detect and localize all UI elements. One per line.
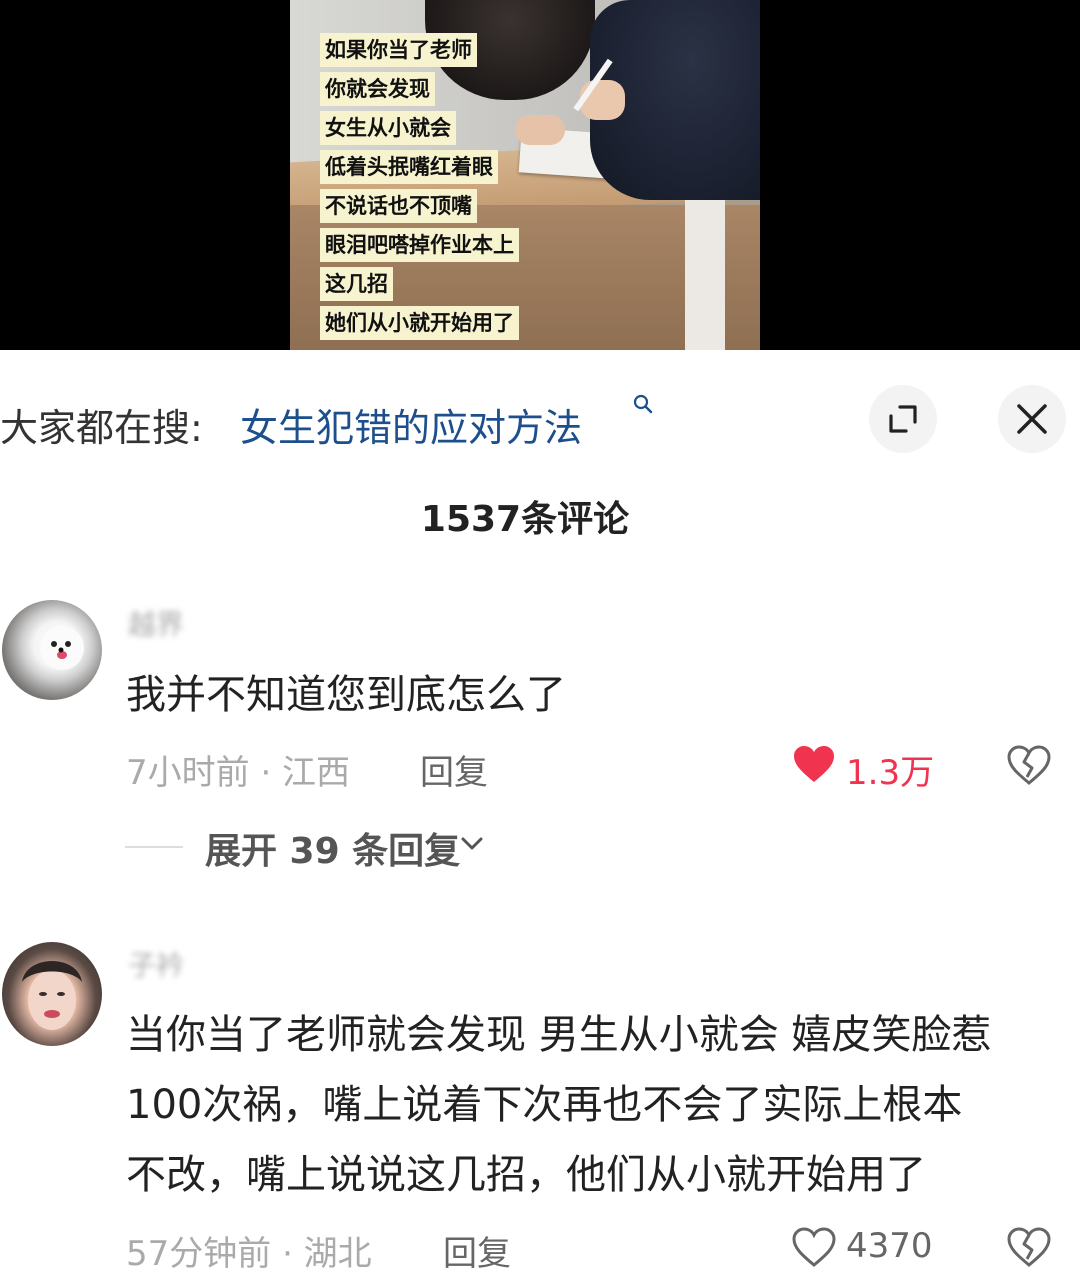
like-count: 1.3万 [846,753,935,793]
comment-text-line: 100次祸，嘴上说着下次再也不会了实际上根本 [126,1082,963,1128]
avatar[interactable] [2,600,102,700]
username[interactable]: 越界 [128,603,184,643]
heart-filled-icon[interactable] [792,744,836,784]
video-frame: 如果你当了老师 你就会发现 女生从小就会 低着头抿嘴红着眼 不说话也不顶嘴 眼泪… [290,0,760,350]
reply-button[interactable]: 回复 [420,745,488,794]
video-caption: 眼泪吧嗒掉作业本上 [320,228,519,262]
comment-text-line: 不改，嘴上说说这几招，他们从小就开始用了 [126,1152,926,1198]
comment-text: 我并不知道您到底怎么了 [126,672,566,718]
expand-replies-button[interactable]: 展开 39 条回复 [205,822,460,874]
comment-time-location: 7小时前 · 江西 [126,753,351,793]
dislike-broken-heart-icon[interactable] [1006,744,1052,786]
comment-count-title: 1537条评论 [420,499,630,540]
heart-outline-icon[interactable] [791,1226,837,1268]
video-caption: 女生从小就会 [320,111,456,145]
divider [125,846,183,848]
comment-text-line: 当你当了老师就会发现 男生从小就会 嬉皮笑脸惹 [126,1012,992,1058]
close-button[interactable] [998,385,1066,453]
expand-icon [889,405,917,433]
chevron-down-icon[interactable] [460,836,484,852]
expand-button[interactable] [869,385,937,453]
video-caption: 她们从小就开始用了 [320,306,519,340]
video-caption: 你就会发现 [320,72,435,106]
video-caption: 这几招 [320,267,393,301]
video-caption: 低着头抿嘴红着眼 [320,150,498,184]
reply-button[interactable]: 回复 [443,1226,511,1275]
video-player[interactable]: 如果你当了老师 你就会发现 女生从小就会 低着头抿嘴红着眼 不说话也不顶嘴 眼泪… [0,0,1080,350]
close-icon [1017,404,1047,434]
video-caption: 如果你当了老师 [320,33,477,67]
comment-time-location: 57分钟前 · 湖北 [126,1234,372,1274]
avatar[interactable] [2,942,102,1046]
search-icon[interactable] [632,393,654,415]
comment-text: 当你当了老师就会发现 男生从小就会 嬉皮笑脸惹 100次祸，嘴上说着下次再也不会… [126,1000,991,1210]
search-suggestion-prefix: 大家都在搜: [0,406,203,450]
like-count: 4370 [846,1226,933,1266]
search-suggestion-row: 大家都在搜: 女生犯错的应对方法 [0,385,1080,460]
username[interactable]: 子衿 [128,944,184,984]
dislike-broken-heart-icon[interactable] [1006,1226,1052,1268]
video-caption: 不说话也不顶嘴 [320,189,477,223]
search-suggestion-link[interactable]: 女生犯错的应对方法 [240,397,582,452]
